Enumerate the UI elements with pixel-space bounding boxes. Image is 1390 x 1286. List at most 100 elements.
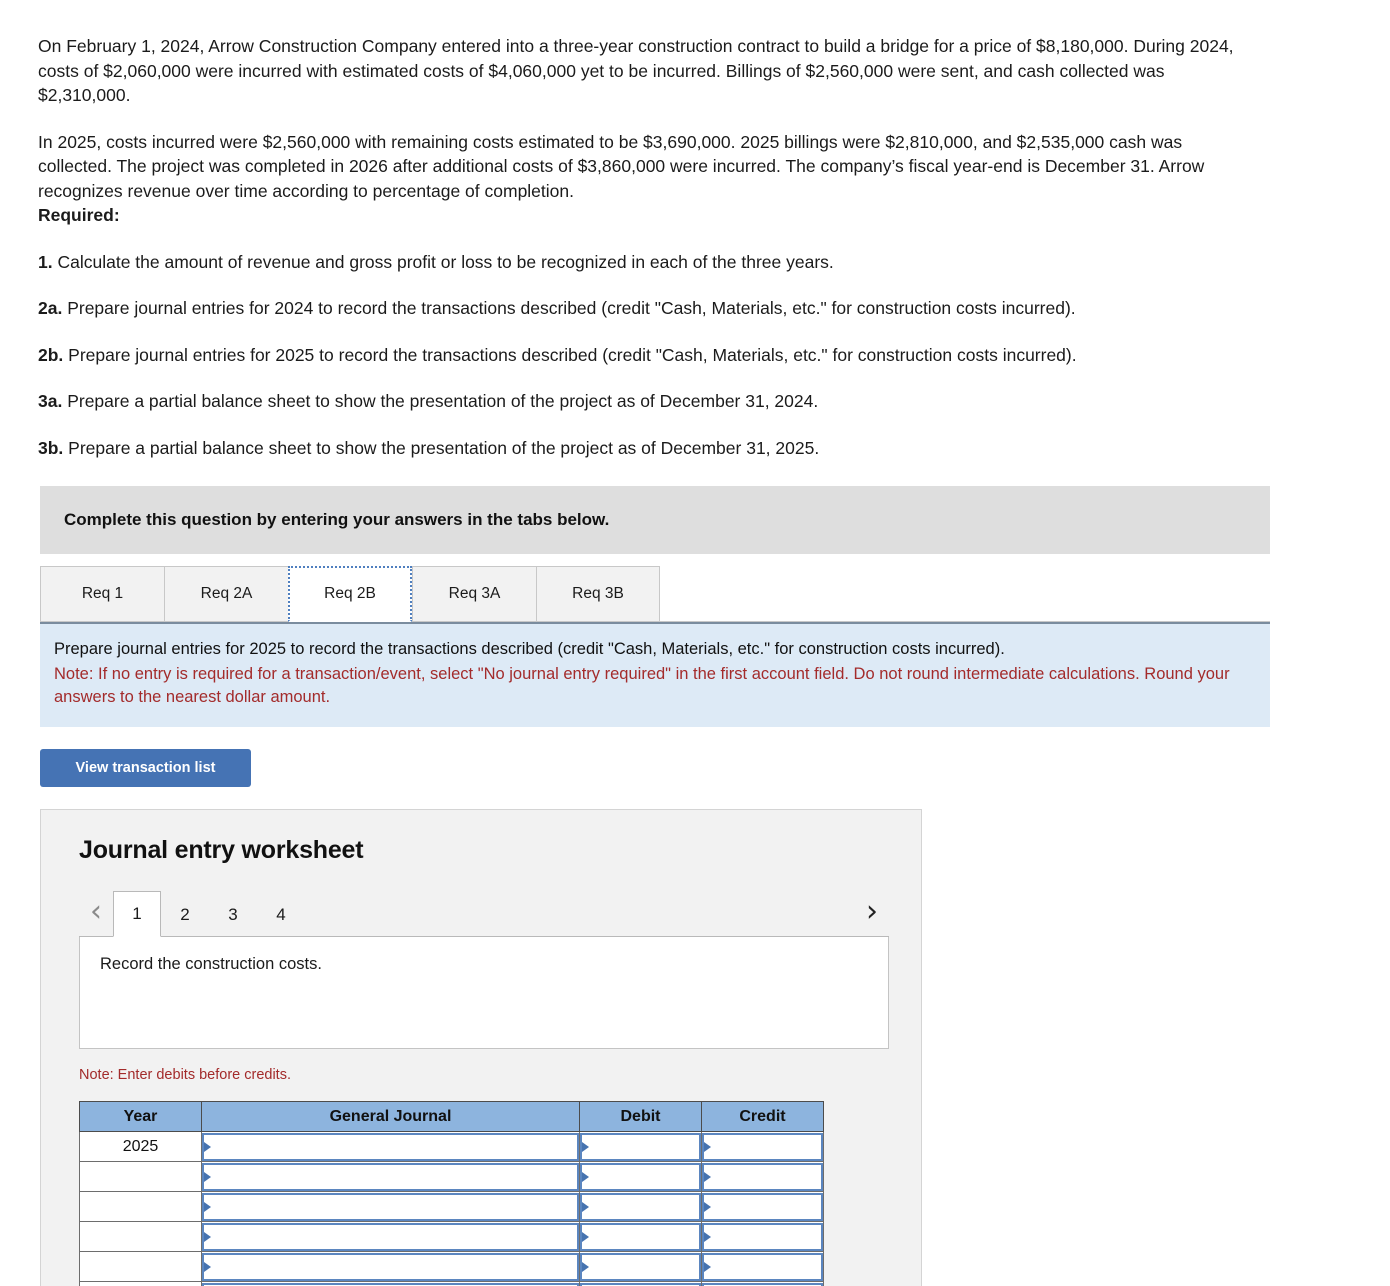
year-cell-2 — [79, 1161, 202, 1192]
instruction-panel: Prepare journal entries for 2025 to reco… — [40, 622, 1270, 727]
journal-entry-worksheet-panel: Journal entry worksheet ‹ 1 2 3 4 › Reco… — [40, 809, 922, 1286]
credit-input-2[interactable] — [702, 1162, 823, 1191]
credit-cell-4[interactable] — [701, 1221, 824, 1252]
credit-cell-6[interactable] — [701, 1281, 824, 1286]
chevron-left-icon[interactable]: ‹ — [79, 897, 113, 937]
table-row — [79, 1221, 824, 1252]
general-journal-input-3[interactable] — [202, 1192, 579, 1221]
complete-question-banner-text: Complete this question by entering your … — [64, 510, 610, 529]
chevron-right-icon[interactable]: › — [855, 897, 889, 937]
general-journal-input-6[interactable] — [202, 1282, 579, 1286]
transaction-description-text: Record the construction costs. — [100, 955, 322, 973]
requirement-3a-text: Prepare a partial balance sheet to show … — [67, 391, 819, 411]
requirement-1-text: Calculate the amount of revenue and gros… — [57, 251, 834, 272]
required-label: Required: — [38, 205, 120, 225]
worksheet-pager: ‹ 1 2 3 4 › — [41, 887, 921, 937]
worksheet-page-2[interactable]: 2 — [161, 893, 209, 937]
worksheet-page-4[interactable]: 4 — [257, 893, 305, 937]
general-journal-cell-3[interactable] — [201, 1191, 580, 1222]
transaction-description-box: Record the construction costs. — [79, 937, 889, 1049]
credit-input-1[interactable] — [702, 1132, 823, 1161]
year-cell-5 — [79, 1251, 202, 1282]
requirement-3b: 3b. Prepare a partial balance sheet to s… — [38, 436, 1240, 461]
requirement-3a-number: 3a. — [38, 391, 63, 411]
debit-cell-2[interactable] — [579, 1161, 702, 1192]
requirement-3a: 3a. Prepare a partial balance sheet to s… — [38, 389, 1240, 414]
column-header-debit: Debit — [579, 1101, 702, 1132]
general-journal-input-5[interactable] — [202, 1252, 579, 1281]
year-cell-6 — [79, 1281, 202, 1286]
credit-input-3[interactable] — [702, 1192, 823, 1221]
debit-input-4[interactable] — [580, 1222, 701, 1251]
debit-input-1[interactable] — [580, 1132, 701, 1161]
tab-req-3b[interactable]: Req 3B — [536, 566, 660, 622]
journal-entry-table: Year General Journal Debit Credit 2025 — [79, 1101, 824, 1286]
instruction-text: Prepare journal entries for 2025 to reco… — [54, 640, 1005, 658]
table-row: 2025 — [79, 1131, 824, 1162]
requirement-2b-text: Prepare journal entries for 2025 to reco… — [68, 344, 1077, 365]
credit-cell-5[interactable] — [701, 1251, 824, 1282]
requirement-2a-text: Prepare journal entries for 2024 to reco… — [67, 298, 1076, 318]
credit-input-6[interactable] — [702, 1282, 823, 1286]
debit-input-3[interactable] — [580, 1192, 701, 1221]
general-journal-cell-5[interactable] — [201, 1251, 580, 1282]
tab-req-2a[interactable]: Req 2A — [164, 566, 288, 622]
worksheet-page-4-label: 4 — [276, 905, 286, 924]
general-journal-input-2[interactable] — [202, 1162, 579, 1191]
general-journal-cell-6[interactable] — [201, 1281, 580, 1286]
worksheet-page-1-label: 1 — [132, 904, 142, 923]
debit-cell-3[interactable] — [579, 1191, 702, 1222]
tab-req-3a[interactable]: Req 3A — [412, 566, 536, 622]
credit-input-4[interactable] — [702, 1222, 823, 1251]
problem-statement: On February 1, 2024, Arrow Construction … — [0, 0, 1280, 460]
debit-cell-1[interactable] — [579, 1131, 702, 1162]
general-journal-cell-1[interactable] — [201, 1131, 580, 1162]
tab-req-2a-label: Req 2A — [200, 585, 253, 602]
general-journal-cell-2[interactable] — [201, 1161, 580, 1192]
tab-req-2b[interactable]: Req 2B — [288, 566, 412, 622]
tab-req-3b-label: Req 3B — [572, 585, 624, 602]
table-row — [79, 1251, 824, 1282]
table-row — [79, 1191, 824, 1222]
instruction-note: Note: If no entry is required for a tran… — [54, 665, 1230, 706]
worksheet-page-3[interactable]: 3 — [209, 893, 257, 937]
credit-cell-1[interactable] — [701, 1131, 824, 1162]
debit-input-6[interactable] — [580, 1282, 701, 1286]
debit-cell-5[interactable] — [579, 1251, 702, 1282]
view-transaction-list-button[interactable]: View transaction list — [40, 749, 251, 787]
requirement-1-number: 1. — [38, 251, 53, 272]
requirement-3b-text: Prepare a partial balance sheet to show … — [68, 437, 820, 458]
column-header-year: Year — [79, 1101, 202, 1132]
worksheet-page-2-label: 2 — [180, 905, 190, 924]
table-row — [79, 1161, 824, 1192]
debit-input-5[interactable] — [580, 1252, 701, 1281]
requirement-1: 1. Calculate the amount of revenue and g… — [38, 250, 1240, 275]
column-header-general-journal: General Journal — [201, 1101, 580, 1132]
requirement-3b-number: 3b. — [38, 437, 64, 458]
problem-paragraph-1: On February 1, 2024, Arrow Construction … — [38, 36, 1234, 105]
debit-cell-6[interactable] — [579, 1281, 702, 1286]
tab-req-1[interactable]: Req 1 — [40, 566, 164, 622]
year-cell-4 — [79, 1221, 202, 1252]
debits-before-credits-note: Note: Enter debits before credits. — [79, 1067, 291, 1083]
requirement-2b-number: 2b. — [38, 344, 64, 365]
requirement-tabs: Req 1 Req 2A Req 2B Req 3A Req 3B — [40, 566, 1270, 622]
general-journal-input-4[interactable] — [202, 1222, 579, 1251]
credit-input-5[interactable] — [702, 1252, 823, 1281]
complete-question-banner: Complete this question by entering your … — [40, 486, 1270, 554]
requirement-2a: 2a. Prepare journal entries for 2024 to … — [38, 296, 1240, 321]
general-journal-input-1[interactable] — [202, 1132, 579, 1161]
credit-cell-2[interactable] — [701, 1161, 824, 1192]
column-header-credit: Credit — [701, 1101, 824, 1132]
debit-input-2[interactable] — [580, 1162, 701, 1191]
tab-req-2b-label: Req 2B — [324, 585, 376, 602]
general-journal-cell-4[interactable] — [201, 1221, 580, 1252]
worksheet-title: Journal entry worksheet — [79, 836, 364, 864]
journal-table-header-row: Year General Journal Debit Credit — [79, 1101, 824, 1132]
worksheet-page-1[interactable]: 1 — [113, 891, 161, 937]
debit-cell-4[interactable] — [579, 1221, 702, 1252]
credit-cell-3[interactable] — [701, 1191, 824, 1222]
year-cell-1: 2025 — [79, 1131, 202, 1162]
toolbar: View transaction list — [40, 749, 1390, 787]
worksheet-page-3-label: 3 — [228, 905, 238, 924]
